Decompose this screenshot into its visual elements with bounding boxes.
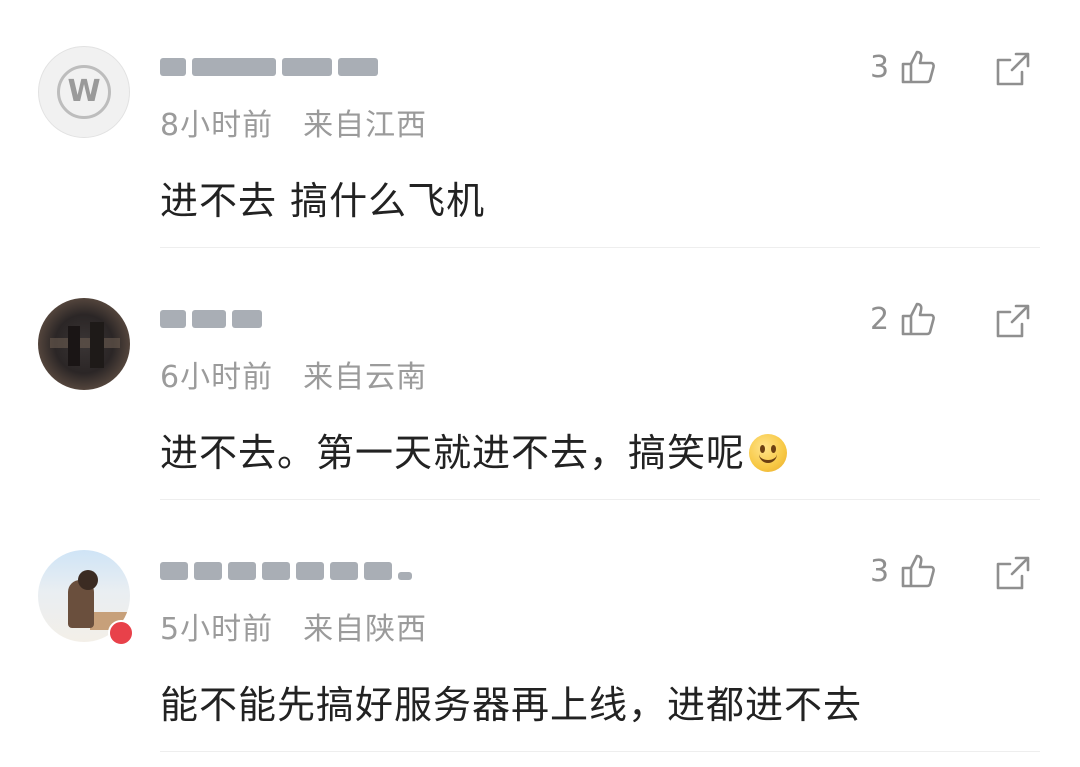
- comment-item[interactable]: W 8小时前 来自江西 进不去 搞什么飞机 3: [0, 0, 1080, 252]
- comment-location: 来自云南: [303, 360, 428, 395]
- like-button[interactable]: 2: [870, 300, 937, 338]
- share-icon[interactable]: [994, 302, 1032, 340]
- comment-time: 5小时前: [160, 612, 274, 647]
- avatar[interactable]: W: [38, 46, 130, 138]
- like-count: 3: [870, 49, 890, 85]
- share-icon[interactable]: [994, 554, 1032, 592]
- smile-emoji-icon: [749, 434, 788, 472]
- username-blurred[interactable]: [160, 56, 378, 78]
- comment-text-container: 进不去。第一天就进不去，搞笑呢: [160, 422, 788, 477]
- avatar-badge-icon: [108, 620, 134, 646]
- divider: [160, 247, 1040, 248]
- comment-item[interactable]: 6小时前 来自云南 进不去。第一天就进不去，搞笑呢 2: [0, 252, 1080, 504]
- comment-text: 进不去。第一天就进不去，搞笑呢: [160, 431, 746, 475]
- username-blurred[interactable]: [160, 308, 262, 330]
- comment-location: 来自江西: [303, 108, 428, 143]
- thumb-up-icon[interactable]: [899, 552, 937, 590]
- comment-meta: 5小时前 来自陕西: [160, 604, 427, 648]
- comment-meta: 8小时前 来自江西: [160, 100, 427, 144]
- divider: [160, 751, 1040, 752]
- like-button[interactable]: 3: [870, 48, 937, 86]
- comment-meta: 6小时前 来自云南: [160, 352, 427, 396]
- comment-text: 能不能先搞好服务器再上线，进都进不去: [160, 683, 863, 727]
- like-button[interactable]: 3: [870, 552, 937, 590]
- thumb-up-icon[interactable]: [899, 48, 937, 86]
- comment-location: 来自陕西: [303, 612, 428, 647]
- comment-time: 8小时前: [160, 108, 274, 143]
- thumb-up-icon[interactable]: [899, 300, 937, 338]
- like-count: 3: [870, 553, 890, 589]
- like-count: 2: [870, 301, 890, 337]
- w-logo-icon: W: [57, 65, 111, 119]
- divider: [160, 499, 1040, 500]
- comment-time: 6小时前: [160, 360, 274, 395]
- share-icon[interactable]: [994, 50, 1032, 88]
- comment-item[interactable]: 5小时前 来自陕西 能不能先搞好服务器再上线，进都进不去 3: [0, 504, 1080, 756]
- username-blurred[interactable]: [160, 560, 412, 582]
- comment-text: 进不去 搞什么飞机: [160, 179, 486, 223]
- avatar[interactable]: [38, 298, 130, 390]
